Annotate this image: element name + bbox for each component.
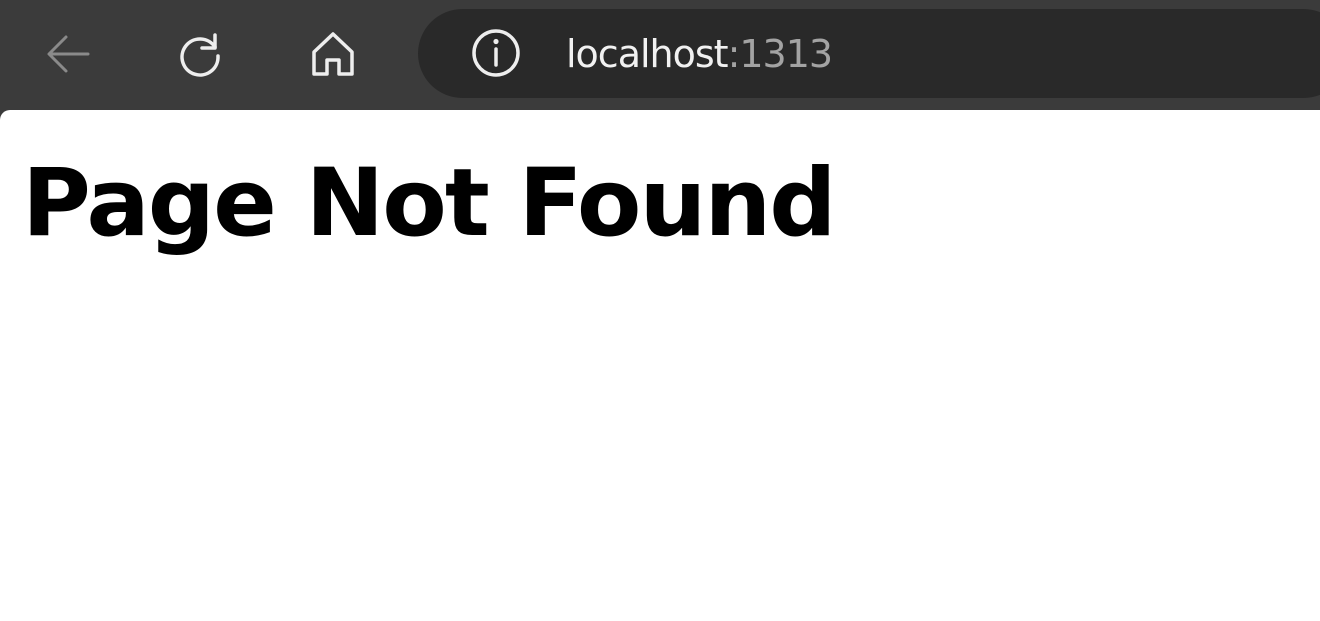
back-button[interactable] [36,22,100,86]
url-port: :1313 [727,32,834,76]
url-host: localhost [566,32,729,76]
info-icon [470,27,522,83]
home-button[interactable] [301,22,365,86]
reload-icon [172,26,228,82]
back-arrow-icon [40,26,96,82]
browser-toolbar: localhost:1313 [0,0,1320,110]
url-text[interactable]: localhost:1313 [566,29,834,79]
home-icon [305,26,361,82]
address-bar[interactable] [418,9,1320,98]
page-title: Page Not Found [22,149,837,258]
site-info-button[interactable] [470,29,522,81]
reload-button[interactable] [168,22,232,86]
page-viewport: Page Not Found [0,110,1320,621]
